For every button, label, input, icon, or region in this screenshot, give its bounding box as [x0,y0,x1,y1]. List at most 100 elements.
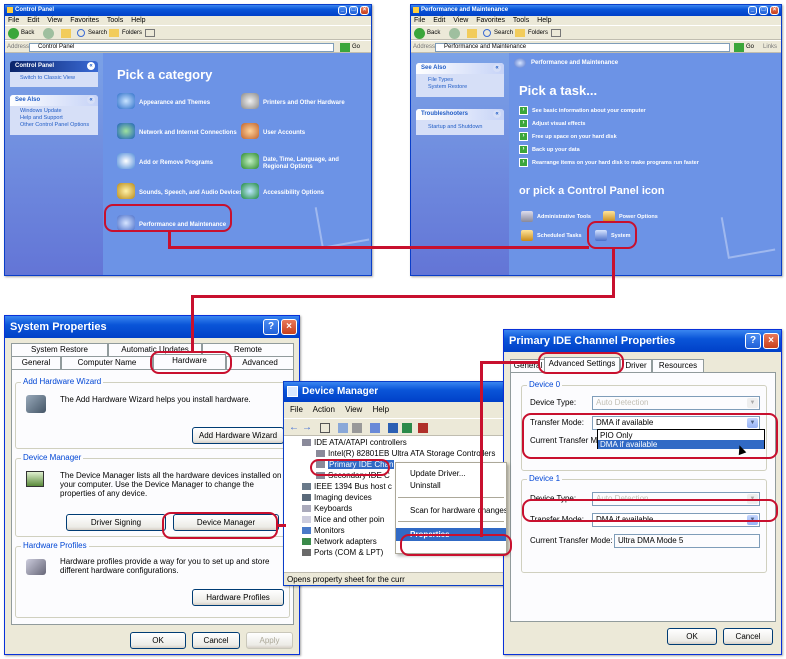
search-label[interactable]: Search [88,30,107,36]
device1-type-select[interactable]: Auto Detection ▼ [592,492,760,506]
task-back-up[interactable]: › Back up your data [519,145,580,154]
chevron-up-icon[interactable]: « [87,62,95,70]
add-remove-programs-icon[interactable] [117,153,135,169]
help-button[interactable]: ? [745,333,761,349]
category-appearance-themes[interactable]: Appearance and Themes [139,100,210,106]
troubleshooter-startup[interactable]: Startup and Shutdown [428,124,482,130]
category-network-internet[interactable]: Network and Internet Connections [139,130,237,136]
tree-ports[interactable]: Ports (COM & LPT) [302,548,383,557]
network-internet-icon[interactable] [117,123,135,139]
back-arrow-icon[interactable]: ← [289,422,299,433]
tab-hardware[interactable]: Hardware [153,354,226,369]
menu-favorites[interactable]: Favorites [476,17,505,24]
back-button[interactable] [414,28,425,39]
uninstall-icon[interactable] [418,423,428,433]
menu-edit[interactable]: Edit [27,17,39,24]
tree-keyboards[interactable]: Keyboards [302,504,352,513]
task-visual-effects[interactable]: › Adjust visual effects [519,119,586,128]
ide-titlebar[interactable]: Primary IDE Channel Properties ? × [504,330,781,352]
icon-power-options[interactable]: Power Options [619,214,658,220]
chevron-up-icon[interactable]: « [493,110,501,118]
device-manager-button[interactable]: Device Manager [173,514,279,531]
menu-file[interactable]: File [290,405,303,414]
chevron-up-icon[interactable]: « [87,96,95,104]
search-label[interactable]: Search [494,30,513,36]
folders-label[interactable]: Folders [528,30,548,36]
menu-help[interactable]: Help [537,17,551,24]
go-label[interactable]: Go [352,44,360,50]
up-folder-icon[interactable] [467,29,477,38]
icon-scheduled-tasks[interactable]: Scheduled Tasks [537,233,582,239]
menu-file[interactable]: File [8,17,19,24]
scheduled-tasks-icon[interactable] [521,230,533,241]
date-time-language-icon[interactable] [241,153,259,169]
tab-resources[interactable]: Resources [652,359,704,372]
scan-icon[interactable] [388,423,398,433]
switch-view-link[interactable]: Switch to Classic View [20,75,75,81]
category-add-remove-programs[interactable]: Add or Remove Programs [139,160,213,166]
views-icon[interactable] [551,29,561,37]
performance-maintenance-icon[interactable] [117,215,135,231]
close-button[interactable]: × [360,6,369,15]
see-also-file-types[interactable]: File Types [428,77,453,83]
cancel-button[interactable]: Cancel [192,632,240,649]
context-properties[interactable]: Properties [396,528,506,541]
printers-hardware-icon[interactable] [241,93,259,109]
admin-tools-icon[interactable] [521,211,533,222]
up-level-icon[interactable] [320,423,330,433]
tab-system-restore[interactable]: System Restore [11,343,108,356]
minimize-button[interactable]: _ [338,6,347,15]
option-pio-only[interactable]: PIO Only [598,431,764,440]
task-free-space[interactable]: › Free up space on your hard disk [519,132,617,141]
minimize-button[interactable]: _ [748,6,757,15]
up-folder-icon[interactable] [61,29,71,38]
go-button[interactable] [734,43,744,52]
maximize-button[interactable]: □ [759,6,768,15]
search-icon[interactable] [77,29,85,37]
appearance-themes-icon[interactable] [117,93,135,109]
help-icon[interactable] [370,423,380,433]
menu-action[interactable]: Action [313,405,335,414]
accessibility-icon[interactable] [241,183,259,199]
category-date-time-language[interactable]: Date, Time, Language, and Regional Optio… [263,157,363,171]
power-options-icon[interactable] [603,211,615,222]
context-scan-hardware[interactable]: Scan for hardware changes [396,504,506,517]
category-user-accounts[interactable]: User Accounts [263,130,305,136]
tree-primary-ide[interactable]: Primary IDE Chan [316,460,395,469]
go-button[interactable] [340,43,350,52]
tree-mice[interactable]: Mice and other poin [302,515,384,524]
menu-tools[interactable]: Tools [513,17,529,24]
update-driver-icon[interactable] [402,423,412,433]
tab-advanced[interactable]: Advanced [226,356,294,369]
folders-icon[interactable] [515,29,525,37]
menu-edit[interactable]: Edit [433,17,445,24]
search-icon[interactable] [483,29,491,37]
sysprops-titlebar[interactable]: System Properties ? × [5,316,299,338]
cancel-button[interactable]: Cancel [723,628,773,645]
device1-transfer-select[interactable]: DMA if available ▼ [592,513,760,527]
icon-administrative-tools[interactable]: Administrative Tools [537,214,591,220]
help-button[interactable]: ? [263,319,279,335]
device0-transfer-select[interactable]: DMA if available ▼ [592,416,760,430]
icon-system[interactable]: System [611,233,631,239]
views-icon[interactable] [145,29,155,37]
hardware-profiles-button[interactable]: Hardware Profiles [192,589,284,606]
tab-general[interactable]: General [11,356,61,369]
task-basic-info[interactable]: › See basic information about your comput… [519,106,646,115]
folders-label[interactable]: Folders [122,30,142,36]
context-uninstall[interactable]: Uninstall [396,479,506,492]
apply-button[interactable]: Apply [246,632,293,649]
see-also-windows-update[interactable]: Windows Update [20,108,62,114]
go-label[interactable]: Go [746,44,754,50]
menu-view[interactable]: View [47,17,62,24]
links-label[interactable]: Links [763,44,777,50]
address-field[interactable]: Control Panel [29,43,334,52]
forward-button[interactable] [449,28,460,39]
user-accounts-icon[interactable] [241,123,259,139]
perf-titlebar[interactable]: Performance and Maintenance _ □ × [411,5,781,16]
menu-help[interactable]: Help [373,405,389,414]
close-button[interactable]: × [770,6,779,15]
control-panel-titlebar[interactable]: Control Panel _ □ × [5,5,371,16]
driver-signing-button[interactable]: Driver Signing [66,514,166,531]
ok-button[interactable]: OK [130,632,186,649]
